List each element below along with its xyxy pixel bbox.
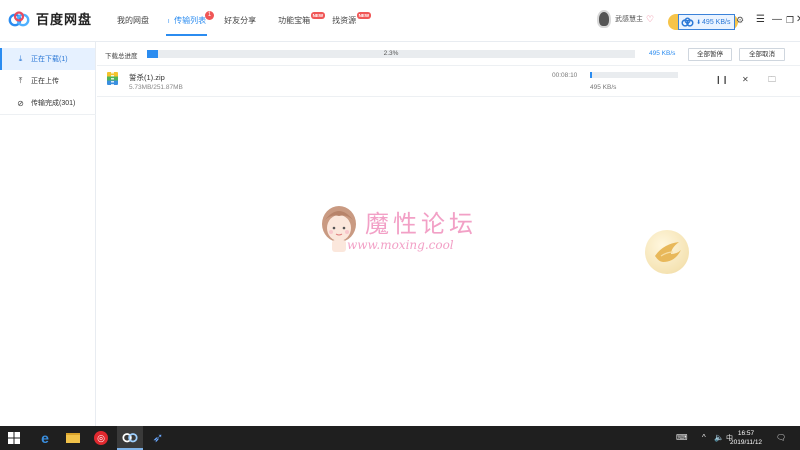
new-badge: NEW [356,12,372,19]
watermark-url: www.moxing.cool [347,238,454,252]
sidebar-item-label: 传输完成(301) [31,100,76,107]
file-size: 5.73MB/251.87MB [129,84,183,91]
username: 武感慧主 [615,16,643,23]
minimize-icon[interactable]: — [772,14,782,26]
tab-label: 我的网盘 [117,16,149,25]
pause-all-button[interactable]: 全部暂停 [688,48,732,61]
pause-icon[interactable]: ❙❙ [715,75,728,85]
baidu-cloud-icon [122,433,138,443]
tab-label: 传输列表 [174,16,207,25]
volume-icon[interactable]: 🔈 [714,433,724,442]
notification-icon[interactable]: 🗨 [776,433,786,442]
total-speed: 495 KB/s [649,50,676,57]
clock-time: 16:57 [737,430,755,437]
cancel-all-button[interactable]: 全部取消 [739,48,785,61]
title-bar: 百度网盘 我的网盘 ⠆ 传输列表 1 好友分享 功能宝箱 NEW 找资源 NEW… [0,0,800,42]
tab-friend-share[interactable]: 好友分享 [215,0,265,42]
edge-icon: e [41,430,49,446]
app-title: 百度网盘 [36,12,93,27]
sidebar-item-uploading[interactable]: ⤒ 正在上传 [0,70,95,92]
sidebar-item-label: 正在上传 [31,78,59,85]
task-progress-fill [590,72,593,78]
bird-logo [645,230,689,274]
maximize-icon[interactable]: ❐ [786,14,794,26]
speed-text: 495 KB/s [702,18,731,26]
system-clock[interactable]: 16:57 2019/11/12 [730,429,762,447]
sidebar-item-label: 正在下载(1) [31,56,68,63]
task-speed: 495 KB/s [590,84,617,91]
check-circle-icon: ⊘ [17,98,24,108]
close-window-icon[interactable]: ✕ [796,14,800,26]
tab-label: 好友分享 [224,16,257,25]
tab-transfer-list[interactable]: ⠆ 传输列表 1 [158,0,215,42]
explorer-taskbar-button[interactable] [60,426,86,450]
tab-find-resources[interactable]: 找资源 NEW [323,0,372,42]
sidebar-item-completed[interactable]: ⊘ 传输完成(301) [0,92,95,114]
tab-toolbox[interactable]: 功能宝箱 NEW [269,0,326,42]
netease-music-taskbar-button[interactable]: ◎ [88,426,114,450]
edge-taskbar-button[interactable]: e [32,426,58,450]
watermark: 魔性论坛 www.moxing.cool [319,202,589,302]
folder-icon [66,433,80,443]
thunder-taskbar-button[interactable]: ➶ [145,426,171,450]
menu-icon[interactable]: ☰ [756,14,765,26]
tab-label: 找资源 [332,16,357,25]
sidebar: ⤓ 正在下载(1) ⤒ 正在上传 ⊘ 传输完成(301) [0,42,96,426]
speed-indicator[interactable]: ⬇ 495 KB/s [678,14,736,30]
settings-icon[interactable]: ⚙ [736,15,744,26]
sidebar-item-downloading[interactable]: ⤓ 正在下载(1) [0,48,95,70]
avatar[interactable] [597,10,611,28]
keyboard-icon[interactable]: ⌨ [676,433,688,442]
windows-start-icon[interactable] [8,432,20,444]
task-progress-bar [590,72,678,78]
total-progress-row: 下载总进度 2.3% 495 KB/s 全部暂停 全部取消 [97,42,800,66]
vip-heart-icon[interactable]: ♡ [646,14,655,24]
total-progress-label: 下载总进度 [105,53,138,60]
folder-icon[interactable]: 🗀 [768,75,776,85]
tab-my-drive[interactable]: 我的网盘 [108,0,158,42]
user-info[interactable]: 武感慧主 ♡ [597,10,655,28]
upload-icon: ⤒ [18,76,23,85]
count-badge: 1 [205,11,215,20]
total-progress-bar: 2.3% [147,50,635,58]
windows-taskbar: e ◎ ➶ ⌨ ^ 🔈 中 16:57 2019/11/12 🗨 [0,426,800,450]
bird-icon [655,242,681,262]
thunder-bird-icon: ➶ [152,430,164,445]
total-progress-percent: 2.3% [383,50,399,57]
baidu-netdisk-taskbar-button[interactable] [117,426,143,450]
watermark-title: 魔性论坛 [365,210,477,238]
zip-file-icon [107,72,118,85]
download-arrow-icon: ⬇ [696,19,702,26]
netease-music-icon: ◎ [94,431,108,445]
tab-label: 功能宝箱 [278,16,311,25]
main-nav: 我的网盘 ⠆ 传输列表 1 好友分享 功能宝箱 NEW 找资源 NEW [108,0,372,42]
cloud-icon [681,17,694,27]
cancel-icon[interactable]: ✕ [742,75,749,85]
download-icon: ⤓ [18,54,23,63]
clock-date: 2019/11/12 [730,439,763,446]
app-logo[interactable]: 百度网盘 [8,9,92,28]
chevron-up-icon[interactable]: ^ [702,433,706,442]
file-name: 誓杀(1).zip [129,73,165,82]
download-panel: 下载总进度 2.3% 495 KB/s 全部暂停 全部取消 誓杀(1).zip … [97,42,800,426]
time-remaining: 00:08:10 [552,72,578,79]
table-row[interactable]: 誓杀(1).zip 5.73MB/251.87MB 00:08:10 495 K… [97,66,800,97]
divider [0,114,96,115]
baidu-cloud-icon [8,10,30,26]
